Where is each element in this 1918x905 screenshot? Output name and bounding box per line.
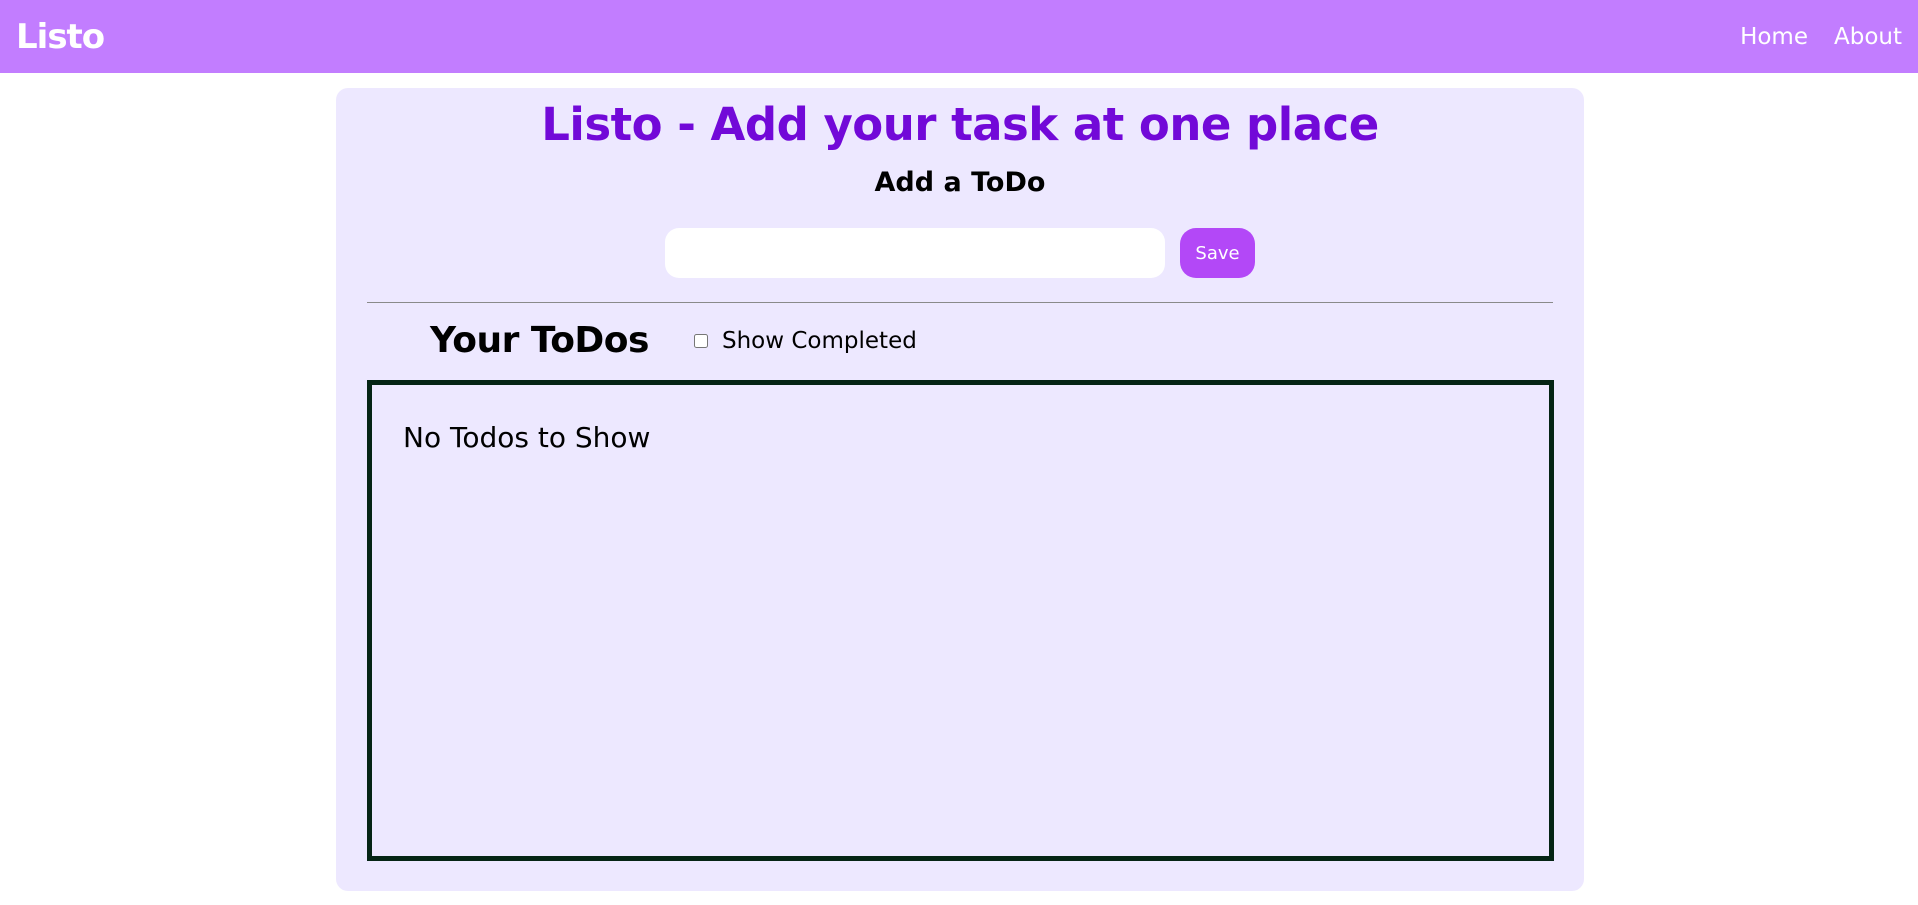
navbar: Listo Home About bbox=[0, 0, 1918, 73]
page-title: Listo - Add your task at one place bbox=[541, 98, 1379, 151]
nav-link-home[interactable]: Home bbox=[1740, 24, 1808, 50]
show-completed-checkbox[interactable] bbox=[694, 334, 708, 348]
brand-logo[interactable]: Listo bbox=[16, 17, 105, 57]
add-todo-heading: Add a ToDo bbox=[874, 167, 1046, 198]
save-button[interactable]: Save bbox=[1180, 228, 1255, 278]
todo-input[interactable] bbox=[665, 228, 1165, 278]
empty-todos-message: No Todos to Show bbox=[403, 421, 651, 454]
nav-link-about[interactable]: About bbox=[1834, 24, 1902, 50]
todos-list: No Todos to Show bbox=[367, 380, 1554, 861]
show-completed-label: Show Completed bbox=[722, 328, 917, 354]
main-card: Listo - Add your task at one place Add a… bbox=[336, 88, 1584, 891]
nav-links: Home About bbox=[1740, 24, 1902, 50]
show-completed-toggle[interactable]: Show Completed bbox=[694, 328, 917, 354]
your-todos-heading: Your ToDos bbox=[430, 320, 649, 361]
divider bbox=[367, 302, 1553, 303]
